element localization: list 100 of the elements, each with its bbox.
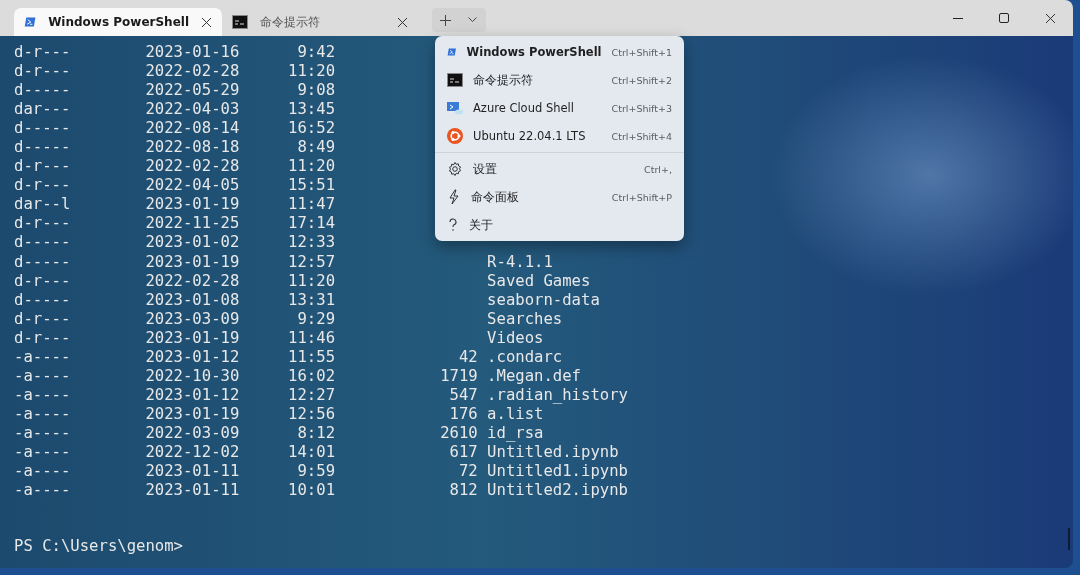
date-text: 2022-02-28 [145,62,240,82]
command-prompt-icon [447,73,463,87]
mode-text: -a---- [14,366,71,386]
date-text: 2022-11-25 [145,214,240,234]
terminal-tab[interactable]: 命令提示符 [222,8,418,36]
mode-text: d-r--- [14,271,71,291]
file-name: Untitled1.ipynb [487,462,628,482]
date-text: 2023-01-08 [145,290,240,310]
mode-text: d-r--- [14,309,71,329]
date-text: 2022-04-03 [145,100,240,120]
close-icon [1044,12,1056,24]
date-text: 2023-01-19 [145,195,240,215]
scrollbar-thumb[interactable] [1068,528,1070,550]
file-name: R-4.1.1 [487,252,553,272]
file-name: Untitled2.ipynb [487,481,628,501]
mode-text: -a---- [14,462,71,482]
close-icon [397,16,408,28]
menu-item[interactable]: Ubuntu 22.04.1 LTS Ctrl+Shift+4 [435,122,684,150]
maximize-icon [999,13,1009,23]
mode-text: d-r--- [14,176,71,196]
length-text: 176 [449,404,478,424]
time-text: 16:52 [288,119,336,139]
file-name: a.list [487,404,544,424]
length-text: 1719 [440,366,478,386]
date-text: 2023-01-02 [145,233,240,253]
time-text: 16:02 [288,366,336,386]
file-name: Untitled.ipynb [487,443,619,463]
file-name: seaborn-data [487,290,600,310]
time-text: 12:56 [288,404,336,424]
close-tab-button[interactable] [201,16,212,28]
date-text: 2022-02-28 [145,157,240,177]
time-text: 8:12 [297,423,336,443]
length-text: 547 [449,385,478,405]
time-text: 9:59 [297,462,336,482]
menu-item[interactable]: 命令面板 Ctrl+Shift+P [435,183,684,211]
date-text: 2023-01-19 [145,404,240,424]
mode-text: -a---- [14,423,71,443]
mode-text: d-r--- [14,62,71,82]
time-text: 9:29 [297,309,336,329]
close-icon [201,16,212,28]
time-text: 10:01 [288,481,336,501]
lightning-icon [447,189,461,205]
mode-text: d----- [14,233,71,253]
time-text: 14:01 [288,443,336,463]
mode-text: -a---- [14,347,71,367]
mode-text: -a---- [14,443,71,463]
menu-item[interactable]: 设置 Ctrl+, [435,155,684,183]
chevron-down-icon [468,17,477,23]
mode-text: dar--- [14,100,71,120]
file-name: Videos [487,328,544,348]
mode-text: d----- [14,252,71,272]
time-text: 12:33 [288,233,336,253]
time-text: 11:46 [288,328,336,348]
date-text: 2022-08-18 [145,138,240,158]
time-text: 11:20 [288,157,336,177]
file-name: Saved Games [487,271,591,291]
menu-item[interactable]: Azure Cloud Shell Ctrl+Shift+3 [435,94,684,122]
menu-item[interactable]: 关于 [435,211,684,239]
file-name: .Megan.def [487,366,581,386]
time-text: 12:57 [288,252,336,272]
time-text: 11:47 [288,195,336,215]
file-name: id_rsa [487,423,544,443]
length-text: 42 [458,347,478,367]
time-text: 11:20 [288,62,336,82]
date-text: 2022-12-02 [145,443,240,463]
mode-text: d-r--- [14,157,71,177]
menu-item[interactable]: 命令提示符 Ctrl+Shift+2 [435,66,684,94]
time-text: 12:27 [288,385,336,405]
time-text: 9:42 [297,43,336,63]
date-text: 2023-01-19 [145,328,240,348]
mode-text: d-r--- [14,214,71,234]
date-text: 2023-01-12 [145,385,240,405]
date-text: 2023-01-19 [145,252,240,272]
date-text: 2022-05-29 [145,81,240,101]
terminal-tab[interactable]: Windows PowerShell [14,8,222,36]
time-text: 9:08 [297,81,336,101]
command-prompt-icon [232,15,248,29]
time-text: 17:14 [288,214,336,234]
mode-text: d----- [14,81,71,101]
help-icon [447,217,459,233]
date-text: 2023-01-11 [145,481,240,501]
date-text: 2022-02-28 [145,271,240,291]
minimize-icon [953,17,963,19]
mode-text: dar--l [14,195,71,215]
file-name: .condarc [487,347,563,367]
menu-item[interactable]: Windows PowerShell Ctrl+Shift+1 [435,38,684,66]
file-name: .radian_history [487,385,628,405]
time-text: 11:20 [288,271,336,291]
date-text: 2022-03-09 [145,423,240,443]
date-text: 2022-04-05 [145,176,240,196]
settings-icon [447,161,463,177]
length-text: 617 [449,443,478,463]
date-text: 2023-01-12 [145,347,240,367]
powershell-icon [24,14,37,30]
terminal-cloud-icon [447,101,463,115]
close-tab-button[interactable] [397,16,408,28]
ubuntu-icon [447,128,463,144]
mode-text: -a---- [14,481,71,501]
date-text: 2022-08-14 [145,119,240,139]
time-text: 13:45 [288,100,336,120]
